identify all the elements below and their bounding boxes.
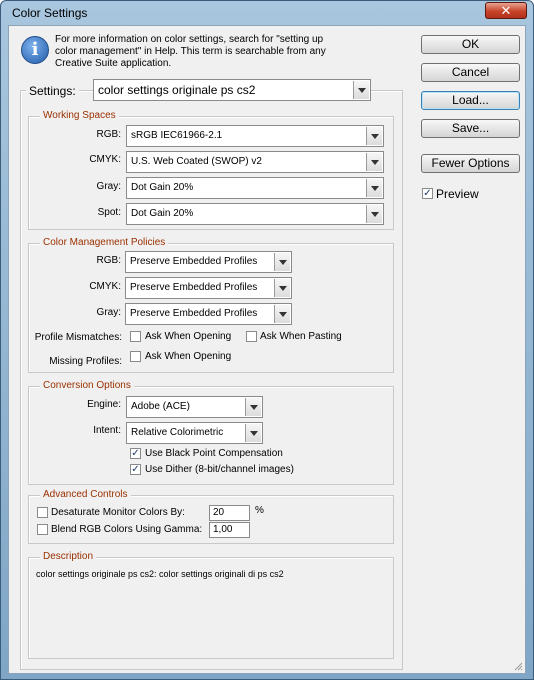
ws-cmyk-select[interactable]: U.S. Web Coated (SWOP) v2 — [126, 151, 384, 173]
working-spaces-title: Working Spaces — [40, 110, 119, 122]
info-icon: i — [21, 36, 49, 64]
intent-label: Intent: — [93, 425, 121, 436]
preview-checkbox[interactable]: ✓ — [422, 188, 433, 199]
percent-label: % — [255, 505, 264, 516]
policy-cmyk-select[interactable]: Preserve Embedded Profiles — [125, 277, 292, 299]
window-title: Color Settings — [12, 6, 88, 20]
policy-cmyk-label: CMYK: — [89, 281, 121, 292]
chevron-down-icon[interactable] — [274, 253, 290, 271]
policy-gray-value: Preserve Embedded Profiles — [130, 308, 258, 319]
cancel-button[interactable]: Cancel — [421, 63, 520, 82]
mismatch-ask-opening-checkbox[interactable] — [130, 331, 141, 342]
info-line-1: For more information on color settings, … — [55, 34, 324, 45]
chevron-down-icon[interactable] — [274, 279, 290, 297]
advanced-title: Advanced Controls — [40, 489, 131, 501]
load-button[interactable]: Load... — [421, 91, 520, 110]
desaturate-label: Desaturate Monitor Colors By: — [51, 507, 185, 518]
fewer-options-button[interactable]: Fewer Options — [421, 154, 520, 173]
save-button[interactable]: Save... — [421, 119, 520, 138]
policy-rgb-select[interactable]: Preserve Embedded Profiles — [125, 251, 292, 273]
chevron-down-icon[interactable] — [353, 81, 369, 99]
blend-gamma-label: Blend RGB Colors Using Gamma: — [51, 524, 203, 535]
chevron-down-icon[interactable] — [366, 127, 382, 145]
color-settings-dialog: Color Settings ✕ i For more information … — [0, 0, 534, 680]
policy-rgb-label: RGB: — [96, 255, 121, 266]
ws-cmyk-label: CMYK: — [89, 154, 121, 165]
policy-gray-label: Gray: — [96, 307, 121, 318]
description-text: color settings originale ps cs2: color s… — [36, 569, 284, 579]
ws-spot-label: Spot: — [97, 207, 121, 218]
policy-gray-select[interactable]: Preserve Embedded Profiles — [125, 303, 292, 325]
chevron-down-icon[interactable] — [366, 179, 382, 197]
chevron-down-icon[interactable] — [274, 305, 290, 323]
engine-value: Adobe (ACE) — [131, 401, 190, 412]
dither-checkbox[interactable]: ✓ — [130, 464, 141, 475]
ws-gray-value: Dot Gain 20% — [131, 182, 194, 193]
policy-cmyk-value: Preserve Embedded Profiles — [130, 282, 258, 293]
description-title: Description — [40, 551, 97, 563]
mismatch-ask-pasting-checkbox[interactable] — [246, 331, 257, 342]
mismatch-ask-opening-label: Ask When Opening — [145, 331, 232, 342]
intent-value: Relative Colorimetric — [131, 427, 224, 438]
dither-label: Use Dither (8-bit/channel images) — [145, 464, 294, 475]
chevron-down-icon[interactable] — [245, 398, 261, 416]
missing-ask-opening-checkbox[interactable] — [130, 351, 141, 362]
engine-label: Engine: — [87, 399, 121, 410]
ws-rgb-label: RGB: — [96, 129, 121, 140]
info-line-2: color management" in Help. This term is … — [55, 46, 326, 57]
engine-select[interactable]: Adobe (ACE) — [126, 396, 263, 418]
missing-ask-opening-label: Ask When Opening — [145, 351, 232, 362]
intent-select[interactable]: Relative Colorimetric — [126, 422, 263, 444]
info-text: For more information on color settings, … — [55, 34, 345, 70]
policies-title: Color Management Policies — [40, 237, 169, 249]
ws-spot-select[interactable]: Dot Gain 20% — [126, 203, 384, 225]
ok-button[interactable]: OK — [421, 35, 520, 54]
settings-select[interactable]: color settings originale ps cs2 — [93, 79, 371, 101]
title-bar[interactable]: Color Settings ✕ — [1, 1, 533, 25]
chevron-down-icon[interactable] — [245, 424, 261, 442]
close-button[interactable]: ✕ — [485, 2, 527, 19]
desaturate-input[interactable]: 20 — [209, 505, 250, 521]
preview-label: Preview — [436, 187, 479, 201]
ws-gray-label: Gray: — [96, 181, 121, 192]
ws-rgb-value: sRGB IEC61966-2.1 — [131, 130, 223, 141]
info-line-3: Creative Suite application. — [55, 58, 172, 69]
black-point-label: Use Black Point Compensation — [145, 448, 283, 459]
conversion-title: Conversion Options — [40, 380, 134, 392]
chevron-down-icon[interactable] — [366, 153, 382, 171]
resize-grip-icon[interactable] — [513, 661, 523, 671]
dialog-body: i For more information on color settings… — [8, 25, 526, 674]
missing-profiles-label: Missing Profiles: — [49, 356, 122, 367]
blend-gamma-checkbox[interactable] — [37, 524, 48, 535]
ws-rgb-select[interactable]: sRGB IEC61966-2.1 — [126, 125, 384, 147]
ws-spot-value: Dot Gain 20% — [131, 208, 194, 219]
ws-cmyk-value: U.S. Web Coated (SWOP) v2 — [131, 156, 262, 167]
policy-rgb-value: Preserve Embedded Profiles — [130, 256, 258, 267]
blend-gamma-input[interactable]: 1,00 — [209, 522, 250, 538]
settings-label: Settings: — [26, 83, 79, 99]
desaturate-checkbox[interactable] — [37, 507, 48, 518]
ws-gray-select[interactable]: Dot Gain 20% — [126, 177, 384, 199]
profile-mismatches-label: Profile Mismatches: — [34, 332, 122, 343]
black-point-checkbox[interactable]: ✓ — [130, 448, 141, 459]
settings-value: color settings originale ps cs2 — [98, 83, 256, 97]
chevron-down-icon[interactable] — [366, 205, 382, 223]
mismatch-ask-pasting-label: Ask When Pasting — [260, 331, 342, 342]
